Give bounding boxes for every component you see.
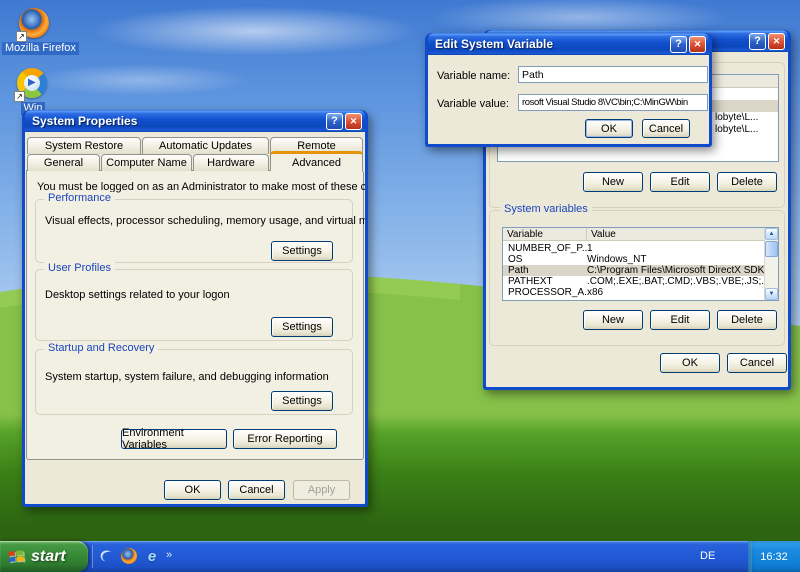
cancel-button[interactable]: Cancel — [228, 480, 285, 500]
system-variable-row[interactable]: OS Windows_NT — [503, 254, 764, 265]
row-value: Windows_NT — [587, 254, 764, 265]
scroll-thumb[interactable] — [765, 241, 778, 257]
environment-variables-button[interactable]: Environment Variables — [121, 429, 227, 449]
performance-settings-button[interactable]: Settings — [271, 241, 333, 261]
taskbar-divider — [92, 545, 93, 568]
row-value: x86 — [587, 287, 764, 298]
edit-system-variable-dialog: Edit System Variable ? ✕ Variable name: … — [425, 33, 712, 147]
user-variable-row[interactable]: lobyte\L... — [715, 124, 758, 135]
system-properties-titlebar[interactable]: System Properties ? ✕ — [25, 110, 365, 132]
system-edit-button[interactable]: Edit — [650, 310, 710, 330]
help-button[interactable]: ? — [326, 113, 343, 130]
row-variable: PATHEXT — [503, 276, 587, 287]
performance-group-label: Performance — [44, 192, 115, 204]
user-delete-button[interactable]: Delete — [717, 172, 777, 192]
tab-hardware[interactable]: Hardware — [193, 154, 269, 171]
user-variable-row[interactable]: lobyte\L... — [715, 112, 758, 123]
variable-name-input[interactable] — [518, 66, 708, 83]
taskbar-clock[interactable]: 16:32 — [760, 551, 788, 563]
column-variable[interactable]: Variable — [503, 228, 587, 240]
tab-system-restore[interactable]: System Restore — [27, 137, 141, 154]
user-new-button[interactable]: New — [583, 172, 643, 192]
window-title: System Properties — [32, 114, 324, 128]
desktop-icon-mozilla-firefox[interactable]: ↗ Mozilla Firefox — [2, 8, 68, 55]
system-new-button[interactable]: New — [583, 310, 643, 330]
advanced-tab-page: You must be logged on as an Administrato… — [26, 170, 364, 460]
taskbar: start e » DE 16:32 — [0, 541, 800, 572]
shortcut-arrow-icon: ↗ — [16, 31, 27, 42]
window-title: Edit System Variable — [435, 37, 668, 51]
row-value: .COM;.EXE;.BAT;.CMD;.VBS;.VBE;.JS;... — [587, 276, 764, 287]
start-label: start — [31, 548, 66, 566]
firefox-icon: ↗ — [19, 8, 51, 40]
quick-launch-swoosh-icon[interactable] — [96, 546, 116, 566]
system-variable-row[interactable]: NUMBER_OF_P... 1 — [503, 243, 764, 254]
desktop-icon-label: Mozilla Firefox — [2, 42, 79, 55]
system-variable-row[interactable]: PATHEXT .COM;.EXE;.BAT;.CMD;.VBS;.VBE;.J… — [503, 276, 764, 287]
startup-recovery-group-label: Startup and Recovery — [44, 342, 158, 354]
row-variable: NUMBER_OF_P... — [503, 243, 587, 254]
row-variable: Path — [503, 265, 587, 276]
help-button[interactable]: ? — [670, 36, 687, 53]
system-properties-body: System Restore Automatic Updates Remote … — [25, 132, 365, 504]
system-variable-row-selected[interactable]: Path C:\Program Files\Microsoft DirectX … — [503, 265, 764, 276]
ok-button[interactable]: OK — [164, 480, 221, 500]
user-profiles-desc: Desktop settings related to your logon — [45, 289, 230, 301]
media-player-icon: ▶ ↗ — [17, 68, 49, 100]
tab-automatic-updates[interactable]: Automatic Updates — [142, 137, 269, 154]
start-button[interactable]: start — [0, 541, 88, 572]
variable-value-input[interactable] — [518, 94, 708, 111]
close-button[interactable]: ✕ — [768, 33, 785, 50]
windows-logo-icon — [6, 546, 27, 567]
tab-general[interactable]: General — [27, 154, 100, 171]
desktop: ↗ Mozilla Firefox ▶ ↗ Win System Propert… — [0, 0, 800, 572]
user-edit-button[interactable]: Edit — [650, 172, 710, 192]
system-delete-button[interactable]: Delete — [717, 310, 777, 330]
startup-recovery-settings-button[interactable]: Settings — [271, 391, 333, 411]
row-value: 1 — [587, 243, 764, 254]
help-button[interactable]: ? — [749, 33, 766, 50]
ok-button[interactable]: OK — [660, 353, 720, 373]
tab-advanced[interactable]: Advanced — [270, 151, 363, 171]
shortcut-arrow-icon: ↗ — [14, 91, 25, 102]
system-variable-row[interactable]: PROCESSOR_A... x86 — [503, 287, 764, 298]
system-variables-label: System variables — [500, 203, 592, 215]
cancel-button[interactable]: Cancel — [642, 119, 690, 138]
error-reporting-button[interactable]: Error Reporting — [233, 429, 337, 449]
edit-system-variable-body: Variable name: Variable value: OK Cancel — [428, 55, 709, 144]
tab-computer-name[interactable]: Computer Name — [101, 154, 192, 171]
column-value[interactable]: Value — [587, 228, 778, 240]
ok-button[interactable]: OK — [585, 119, 633, 138]
close-button[interactable]: ✕ — [689, 36, 706, 53]
variable-value-label: Variable value: — [437, 98, 509, 110]
desktop-icon-windows-media-player[interactable]: ▶ ↗ Win — [0, 68, 66, 115]
variable-name-label: Variable name: — [437, 70, 510, 82]
system-variables-list-header: Variable Value — [503, 228, 778, 241]
scroll-up-icon[interactable]: ▲ — [765, 228, 778, 240]
cancel-button[interactable]: Cancel — [727, 353, 787, 373]
play-icon: ▶ — [28, 77, 36, 88]
system-properties-dialog: System Properties ? ✕ System Restore Aut… — [22, 110, 368, 507]
scrollbar[interactable]: ▲ ▼ — [764, 228, 778, 300]
scroll-down-icon[interactable]: ▼ — [765, 288, 778, 300]
user-profiles-group-label: User Profiles — [44, 262, 115, 274]
ie-glyph: e — [148, 548, 156, 565]
row-value: C:\Program Files\Microsoft DirectX SDK .… — [587, 265, 764, 276]
row-variable: OS — [503, 254, 587, 265]
system-tray: 16:32 — [748, 541, 800, 572]
startup-recovery-desc: System startup, system failure, and debu… — [45, 371, 329, 383]
quick-launch-overflow-chevron[interactable]: » — [166, 549, 172, 561]
close-button[interactable]: ✕ — [345, 113, 362, 130]
apply-button: Apply — [293, 480, 350, 500]
performance-desc: Visual effects, processor scheduling, me… — [45, 215, 365, 227]
row-variable: PROCESSOR_A... — [503, 287, 587, 298]
quick-launch-ie-icon[interactable]: e — [142, 546, 162, 566]
language-indicator[interactable]: DE — [700, 550, 715, 562]
quick-launch-firefox-icon[interactable] — [119, 546, 139, 566]
edit-system-variable-titlebar[interactable]: Edit System Variable ? ✕ — [428, 33, 709, 55]
user-profiles-settings-button[interactable]: Settings — [271, 317, 333, 337]
system-variables-list[interactable]: Variable Value NUMBER_OF_P... 1 OS Windo… — [502, 227, 779, 301]
